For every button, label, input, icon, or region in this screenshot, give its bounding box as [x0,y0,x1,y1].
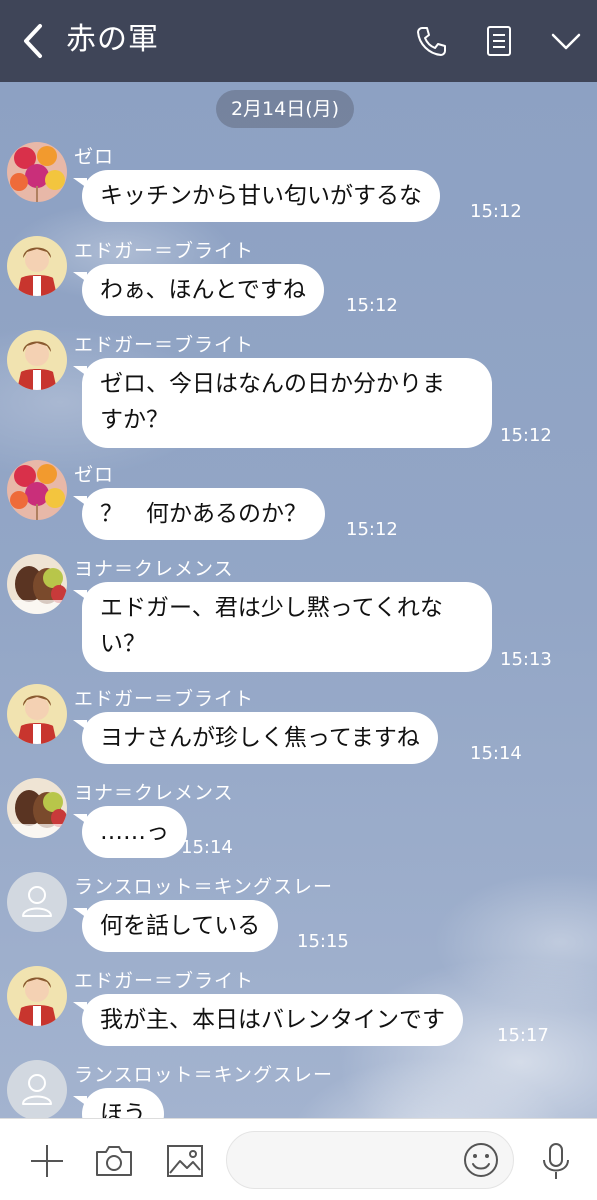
message-bubble[interactable]: ゼロ、今日はなんの日か分かりま すか？ [73,358,492,448]
edgar-avatar[interactable] [7,330,67,390]
camera-icon[interactable] [94,1141,134,1181]
sender-name: エドガー＝ブライト [74,334,255,356]
edgar-avatar[interactable] [7,684,67,744]
plus-icon[interactable] [27,1141,67,1181]
chat-area[interactable]: 2月14日(月) ゼロ キッチンから甘い匂いがするな 15:12 エドガー＝ブラ… [0,82,597,1118]
message-line: エドガー、君は少し黙ってくれな [100,595,443,621]
message-time: 15:12 [500,425,552,446]
message-time: 15:13 [500,649,552,670]
message-time: 15:17 [497,1025,549,1046]
sender-name: エドガー＝ブライト [74,970,255,992]
yona-avatar[interactable] [7,554,67,614]
message-bubble[interactable]: エドガー、君は少し黙ってくれな い？ [73,582,492,672]
edgar-avatar[interactable] [7,236,67,296]
back-icon[interactable] [18,22,48,60]
microphone-icon[interactable] [536,1141,576,1181]
default-avatar[interactable] [7,872,67,932]
sender-name: エドガー＝ブライト [74,688,255,710]
message-line: ゼロ、今日はなんの日か分かりま [100,371,445,397]
sender-name: ゼロ [74,464,115,486]
message-bubble[interactable]: 我が主、本日はバレンタインです [73,994,463,1046]
chevron-down-icon[interactable] [549,24,583,58]
sender-name: ヨナ＝クレメンス [74,558,234,580]
chat-title: 赤の軍 [66,22,159,57]
message-time: 15:12 [346,295,398,316]
message-time: 15:14 [181,837,233,858]
sender-name: ゼロ [74,146,115,168]
message-line: すか？ [100,407,169,433]
message-bubble[interactable]: ほう [73,1088,164,1118]
zero-avatar[interactable] [7,460,67,520]
sender-name: ランスロット＝キングスレー [74,1064,334,1086]
message-bubble[interactable]: わぁ、ほんとですね [73,264,324,316]
message-time: 15:15 [297,931,349,952]
edgar-avatar[interactable] [7,966,67,1026]
message-line: い？ [100,631,146,657]
message-bubble[interactable]: ……っ [73,806,187,858]
yona-avatar[interactable] [7,778,67,838]
message-time: 15:12 [470,201,522,222]
message-bubble[interactable]: 何を話している [72,900,279,952]
phone-icon[interactable] [414,24,448,58]
default-avatar[interactable] [7,1060,67,1118]
emoji-icon[interactable] [462,1141,500,1179]
image-icon[interactable] [165,1141,205,1181]
message-bubble[interactable]: ヨナさんが珍しく焦ってますね [73,712,438,764]
message-bubble[interactable]: キッチンから甘い匂いがするな [73,170,440,222]
sender-name: ヨナ＝クレメンス [74,782,234,804]
date-separator: 2月14日(月) [216,90,354,128]
message-time: 15:14 [470,743,522,764]
message-time: 15:12 [346,519,398,540]
message-bubble[interactable]: ？ 何かあるのか？ [73,488,325,540]
zero-avatar[interactable] [7,142,67,202]
chat-header: 赤の軍 [0,0,597,82]
sender-name: エドガー＝ブライト [74,240,255,262]
sender-name: ランスロット＝キングスレー [74,876,334,898]
notes-icon[interactable] [482,24,516,58]
input-bar [0,1118,597,1200]
